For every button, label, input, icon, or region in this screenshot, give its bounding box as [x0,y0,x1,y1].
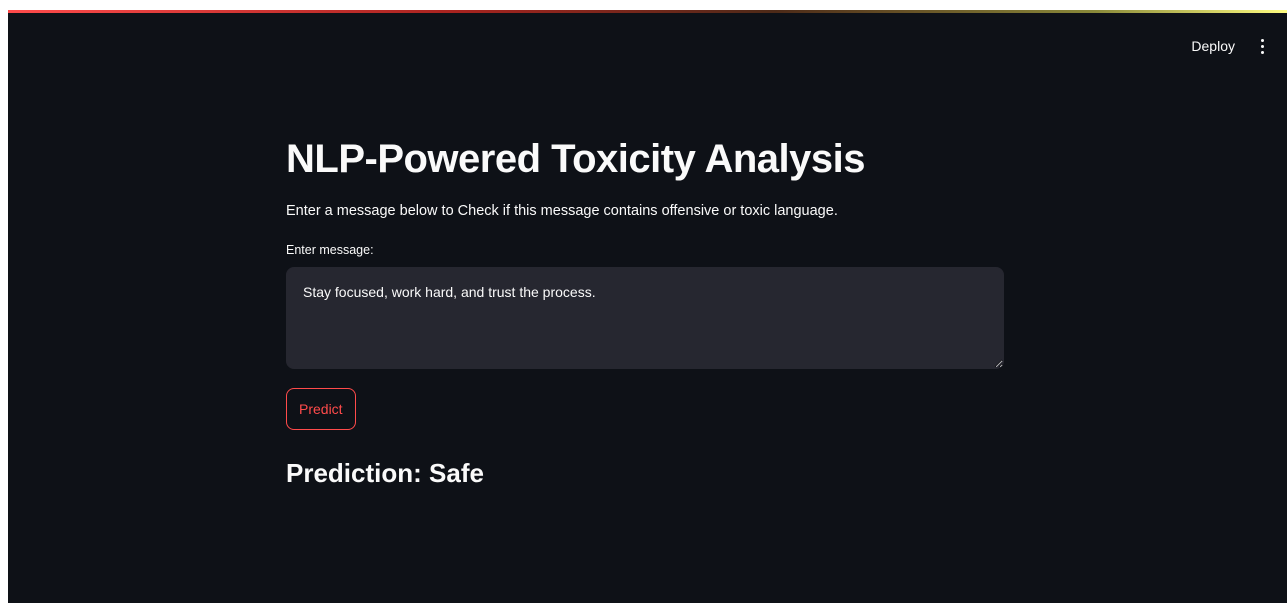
message-input[interactable]: Stay focused, work hard, and trust the p… [286,267,1004,369]
header-toolbar: Deploy [1191,38,1267,54]
message-input-label: Enter message: [286,243,374,257]
page-title: NLP-Powered Toxicity Analysis [286,137,866,181]
deploy-button[interactable]: Deploy [1191,38,1235,54]
page-description: Enter a message below to Check if this m… [286,203,838,219]
kebab-menu-icon[interactable] [1257,38,1267,54]
app-window: Deploy NLP-Powered Toxicity Analysis Ent… [8,10,1287,603]
main-content: NLP-Powered Toxicity Analysis Enter a me… [286,135,1004,489]
predict-button[interactable]: Predict [286,388,356,430]
top-decoration-bar [8,10,1287,13]
prediction-result: Prediction: Safe [286,458,484,488]
